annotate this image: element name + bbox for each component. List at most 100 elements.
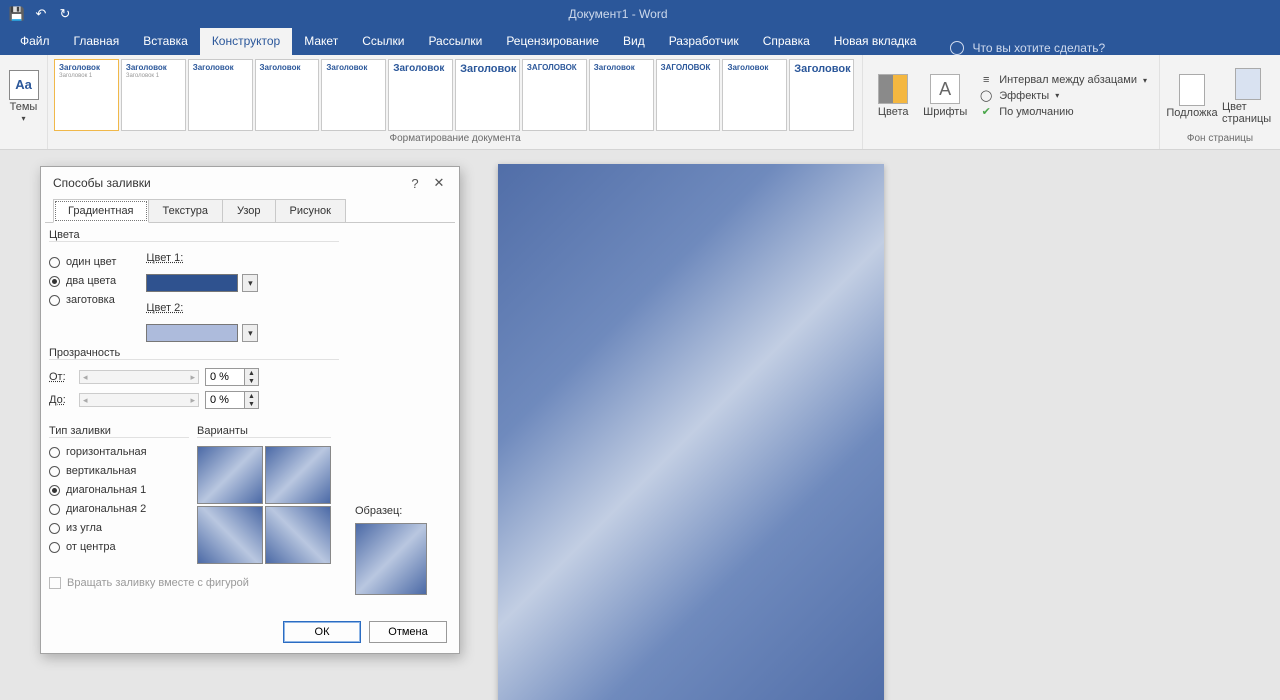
tab-layout[interactable]: Макет <box>292 28 350 55</box>
watermark-button[interactable]: Подложка <box>1166 74 1218 119</box>
radio-from-center[interactable]: от центра <box>49 541 189 553</box>
tab-mailings[interactable]: Рассылки <box>416 28 494 55</box>
tab-newtab[interactable]: Новая вкладка <box>822 28 929 55</box>
window-title: Документ1 - Word <box>76 7 1160 21</box>
color1-swatch[interactable] <box>146 274 238 292</box>
help-button[interactable]: ? <box>403 171 427 195</box>
titlebar: 💾 ↶ ↻ Документ1 - Word <box>0 0 1280 28</box>
radio-diagonal2[interactable]: диагональная 2 <box>49 503 189 515</box>
style-thumb[interactable]: Заголовок <box>255 59 320 131</box>
effects-button[interactable]: ◯Эффекты▾ <box>979 89 1147 102</box>
tab-file[interactable]: Файл <box>8 28 62 55</box>
quick-access-toolbar: 💾 ↶ ↻ <box>0 3 76 25</box>
cancel-button[interactable]: Отмена <box>369 621 447 643</box>
tab-picture[interactable]: Рисунок <box>275 199 347 223</box>
themes-button[interactable]: Aa Темы ▾ <box>6 70 41 123</box>
from-spinner[interactable]: ▲▼ <box>205 368 259 386</box>
ok-button[interactable]: ОК <box>283 621 361 643</box>
color1-dropdown[interactable]: ▾ <box>242 274 258 292</box>
fonts-button[interactable]: AШрифты <box>921 74 969 118</box>
style-thumb[interactable]: Заголовок <box>388 59 453 131</box>
close-button[interactable]: ✕ <box>427 171 451 195</box>
effects-icon: ◯ <box>979 89 993 102</box>
tab-references[interactable]: Ссылки <box>350 28 416 55</box>
bulb-icon <box>950 41 964 55</box>
variant-1[interactable] <box>197 446 263 504</box>
tab-help[interactable]: Справка <box>751 28 822 55</box>
style-thumb[interactable]: Заголовок <box>321 59 386 131</box>
tab-review[interactable]: Рецензирование <box>494 28 611 55</box>
color1-row: Цвет 1: <box>146 252 258 264</box>
tab-gradient[interactable]: Градиентная <box>53 199 149 223</box>
color2-label: Цвет 2: <box>146 302 194 314</box>
style-thumb[interactable]: Заголовок <box>188 59 253 131</box>
fonts-icon: A <box>930 74 960 104</box>
variant-4[interactable] <box>265 506 331 564</box>
dialog-tabs: Градиентная Текстура Узор Рисунок <box>41 199 459 223</box>
radio-from-corner[interactable]: из угла <box>49 522 189 534</box>
colors-icon <box>878 74 908 104</box>
check-icon: ✔ <box>979 105 993 118</box>
page-color-icon <box>1235 68 1261 100</box>
tab-insert[interactable]: Вставка <box>131 28 200 55</box>
radio-two-colors[interactable]: два цвета <box>49 275 116 287</box>
shading-legend: Тип заливки <box>49 425 189 437</box>
tell-me-label: Что вы хотите сделать? <box>972 41 1105 55</box>
group-label-docfmt: Форматирование документа <box>48 133 862 149</box>
tab-texture[interactable]: Текстура <box>148 199 223 223</box>
tab-home[interactable]: Главная <box>62 28 132 55</box>
radio-preset[interactable]: заготовка <box>49 294 116 306</box>
themes-icon: Aa <box>9 70 39 100</box>
radio-vertical[interactable]: вертикальная <box>49 465 189 477</box>
tab-developer[interactable]: Разработчик <box>657 28 751 55</box>
radio-diagonal1[interactable]: диагональная 1 <box>49 484 189 496</box>
paragraph-spacing-button[interactable]: ≡Интервал между абзацами▾ <box>979 74 1147 86</box>
color2-swatch[interactable] <box>146 324 238 342</box>
save-icon[interactable]: 💾 <box>6 3 28 25</box>
radio-one-color[interactable]: один цвет <box>49 256 116 268</box>
style-set-gallery[interactable]: ЗаголовокЗаголовок 1 ЗаголовокЗаголовок … <box>54 59 856 131</box>
radio-horizontal[interactable]: горизонтальная <box>49 446 189 458</box>
style-thumb[interactable]: ЗАГОЛОВОК <box>656 59 721 131</box>
variants-grid <box>197 446 331 564</box>
fill-effects-dialog: Способы заливки ? ✕ Градиентная Текстура… <box>40 166 460 654</box>
sample-preview <box>355 523 427 595</box>
sample-legend: Образец: <box>355 505 427 517</box>
variant-3[interactable] <box>197 506 263 564</box>
tab-design[interactable]: Конструктор <box>200 28 292 55</box>
page-color-button[interactable]: Цвет страницы <box>1222 68 1274 125</box>
style-thumb[interactable]: ЗаголовокЗаголовок 1 <box>121 59 186 131</box>
ribbon-tabs: Файл Главная Вставка Конструктор Макет С… <box>0 28 1280 55</box>
style-thumb[interactable]: Заголовок <box>789 59 854 131</box>
style-thumb[interactable]: ЗаголовокЗаголовок 1 <box>54 59 119 131</box>
tab-pattern[interactable]: Узор <box>222 199 276 223</box>
spacing-icon: ≡ <box>979 74 993 86</box>
color1-label: Цвет 1: <box>146 252 194 264</box>
document-page[interactable] <box>498 164 884 700</box>
tell-me-search[interactable]: Что вы хотите сделать? <box>928 41 1105 55</box>
from-label: От: <box>49 371 73 383</box>
ribbon: Aa Темы ▾ ЗаголовокЗаголовок 1 Заголовок… <box>0 55 1280 150</box>
style-thumb[interactable]: Заголовок <box>589 59 654 131</box>
variant-2[interactable] <box>265 446 331 504</box>
colors-button[interactable]: Цвета <box>869 74 917 118</box>
style-thumb[interactable]: Заголовок <box>722 59 787 131</box>
redo-icon[interactable]: ↻ <box>54 3 76 25</box>
set-default-button[interactable]: ✔По умолчанию <box>979 105 1147 118</box>
tab-view[interactable]: Вид <box>611 28 657 55</box>
checkbox-icon <box>49 577 61 589</box>
design-options: ≡Интервал между абзацами▾ ◯Эффекты▾ ✔По … <box>973 70 1153 122</box>
color-mode-radios: один цвет два цвета заготовка <box>49 252 116 352</box>
variants-legend: Варианты <box>197 425 331 437</box>
style-thumb[interactable]: Заголовок <box>455 59 520 131</box>
color2-dropdown[interactable]: ▾ <box>242 324 258 342</box>
to-spinner[interactable]: ▲▼ <box>205 391 259 409</box>
to-label: До: <box>49 394 73 406</box>
group-label-page-bg: Фон страницы <box>1160 133 1280 149</box>
transparency-legend: Прозрачность <box>49 347 339 359</box>
to-slider[interactable]: ◂▸ <box>79 393 199 407</box>
undo-icon[interactable]: ↶ <box>30 3 52 25</box>
style-thumb[interactable]: ЗАГОЛОВОК <box>522 59 587 131</box>
watermark-icon <box>1179 74 1205 106</box>
from-slider[interactable]: ◂▸ <box>79 370 199 384</box>
